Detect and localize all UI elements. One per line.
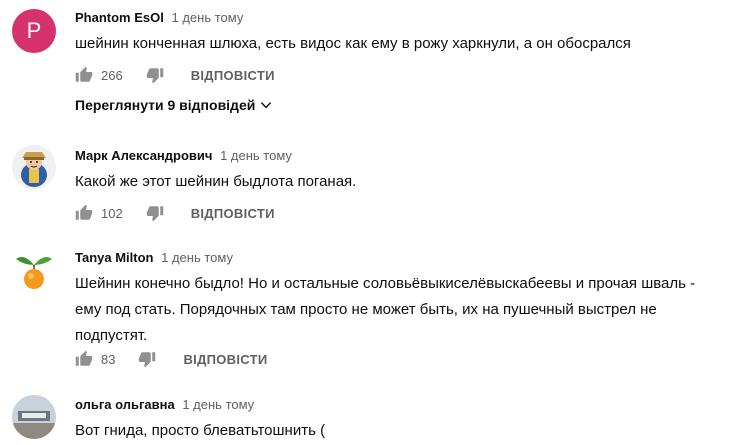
comment-time[interactable]: 1 день тому [182,397,254,412]
comment-text: Шейнин конечно быдло! Но и остальные сол… [75,271,725,349]
view-replies-label: Переглянути 9 відповідей [75,97,256,113]
like-button[interactable] [75,350,93,368]
comment-text: шейнин конченная шлюха, есть видос как е… [75,35,631,52]
like-count: 102 [101,205,123,221]
author-name[interactable]: Tanya Milton [75,250,153,265]
view-replies-button[interactable]: Переглянути 9 відповідей [75,97,273,113]
like-button[interactable] [75,66,93,84]
comment-actions: 83 ВІДПОВІСТИ [75,348,268,370]
comment-header: Марк Александрович 1 день тому [75,148,292,163]
like-button[interactable] [75,204,93,222]
avatar[interactable] [12,249,56,293]
photo-avatar-icon [12,395,56,439]
dislike-button[interactable] [146,204,164,222]
author-name[interactable]: ольга ольгавна [75,397,175,412]
comment-time[interactable]: 1 день тому [220,148,292,163]
comment-actions: 266 ВІДПОВІСТИ [75,64,275,86]
comment-text-line: подпустят. [75,327,148,344]
author-name[interactable]: Марк Александрович [75,148,212,163]
like-count: 266 [101,67,123,83]
thumb-down-icon [146,68,163,84]
comment-text-line: ему под стать. Порядочных там просто не … [75,301,657,318]
comment-header: Tanya Milton 1 день тому [75,250,233,265]
reply-button[interactable]: ВІДПОВІСТИ [183,352,267,367]
reply-button[interactable]: ВІДПОВІСТИ [191,68,275,83]
comment-text: Вот гнида, просто блеватьтошнить ( [75,422,326,439]
avatar-letter: P [26,18,42,43]
comment-text-line: Шейнин конечно быдло! Но и остальные сол… [75,275,696,292]
author-name[interactable]: Phantom EsOl [75,10,164,25]
reply-button[interactable]: ВІДПОВІСТИ [191,206,275,221]
comment-header: Phantom EsOl 1 день тому [75,10,243,25]
thumb-up-icon [75,204,93,220]
orange-fruit-avatar-icon [12,249,56,293]
chevron-down-icon [261,102,272,109]
thumb-up-icon [75,350,93,366]
thumb-down-icon [139,352,156,368]
comment-actions: 102 ВІДПОВІСТИ [75,202,275,224]
like-count: 83 [101,351,116,367]
avatar[interactable]: P [12,9,56,53]
dislike-button[interactable] [138,350,156,368]
thumb-up-icon [75,66,93,82]
cartoon-character-avatar-icon [12,145,56,189]
comment-time[interactable]: 1 день тому [171,10,243,25]
comment-time[interactable]: 1 день тому [161,250,233,265]
thumb-down-icon [146,206,163,222]
comment-text: Какой же этот шейнин быдлота поганая. [75,173,357,190]
comment-header: ольга ольгавна 1 день тому [75,397,254,412]
dislike-button[interactable] [146,66,164,84]
avatar[interactable] [12,395,56,439]
avatar[interactable] [12,145,56,189]
